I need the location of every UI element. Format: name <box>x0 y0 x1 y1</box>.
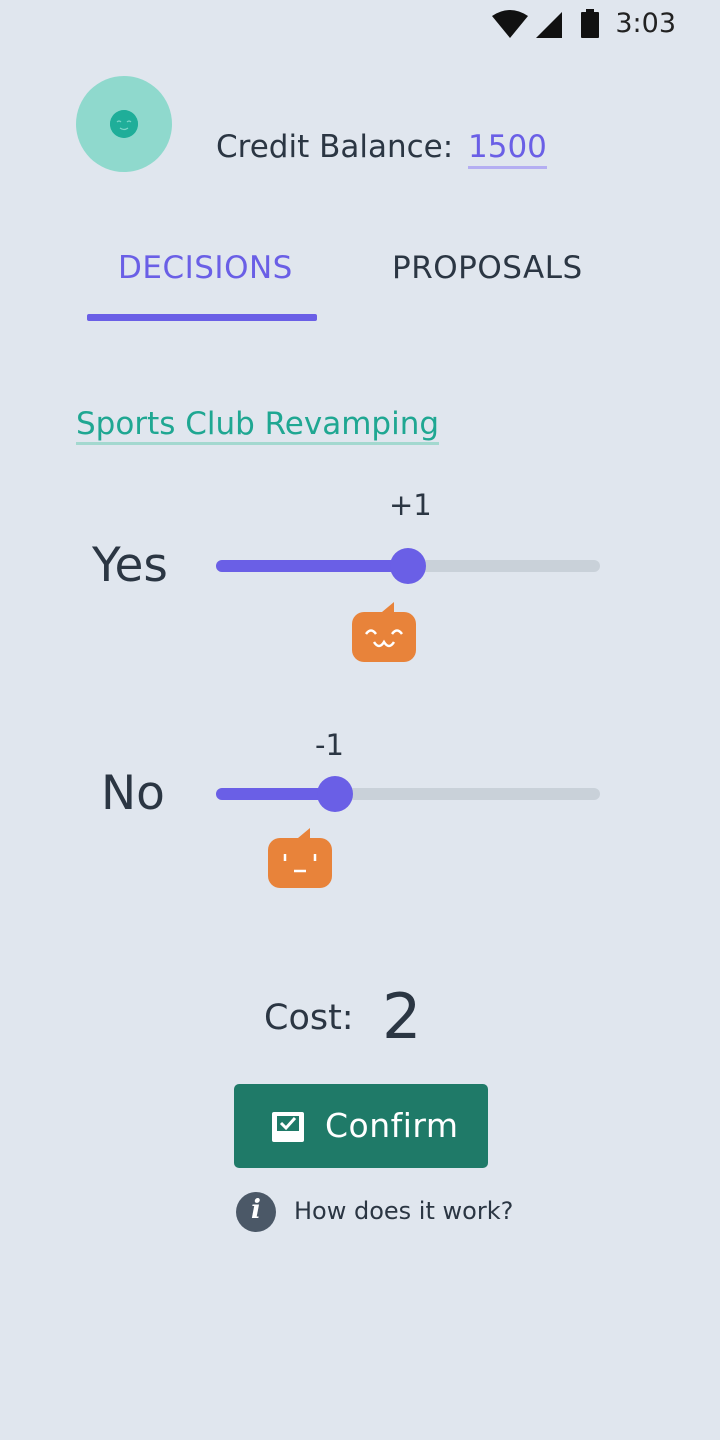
vote-value-no: -1 <box>315 728 344 762</box>
vote-slider-yes[interactable] <box>216 548 600 584</box>
info-icon: i <box>236 1192 276 1232</box>
status-bar: 3:03 <box>0 0 720 48</box>
smiley-icon <box>110 110 138 138</box>
option-label-yes: Yes <box>92 538 168 593</box>
credit-balance-label: Credit Balance: <box>216 129 454 165</box>
happy-mascot-icon <box>352 602 416 662</box>
tab-proposals[interactable]: PROPOSALS <box>392 250 583 286</box>
status-time: 3:03 <box>615 8 676 39</box>
tab-decisions[interactable]: DECISIONS <box>118 250 293 286</box>
cost-value: 2 <box>382 980 422 1053</box>
cost-label: Cost: <box>264 998 354 1038</box>
option-label-no: No <box>101 766 165 821</box>
wifi-icon <box>492 10 528 38</box>
neutral-mascot-icon <box>268 828 332 888</box>
active-tab-indicator <box>87 314 317 321</box>
how-it-works-link[interactable]: i How does it work? <box>236 1192 516 1234</box>
credit-balance-value[interactable]: 1500 <box>468 129 547 169</box>
slider-fill <box>216 560 408 572</box>
proposal-title[interactable]: Sports Club Revamping <box>76 406 440 445</box>
vote-value-yes: +1 <box>389 488 432 522</box>
confirm-button[interactable]: Confirm <box>234 1084 488 1168</box>
how-it-works-label: How does it work? <box>294 1197 514 1225</box>
checkbox-icon <box>272 1112 304 1142</box>
signal-icon <box>536 12 562 38</box>
confirm-label: Confirm <box>325 1106 459 1145</box>
slider-thumb[interactable] <box>317 776 354 812</box>
vote-slider-no[interactable] <box>216 776 600 812</box>
avatar[interactable] <box>76 76 172 172</box>
battery-icon <box>581 9 599 38</box>
slider-thumb[interactable] <box>390 548 426 584</box>
